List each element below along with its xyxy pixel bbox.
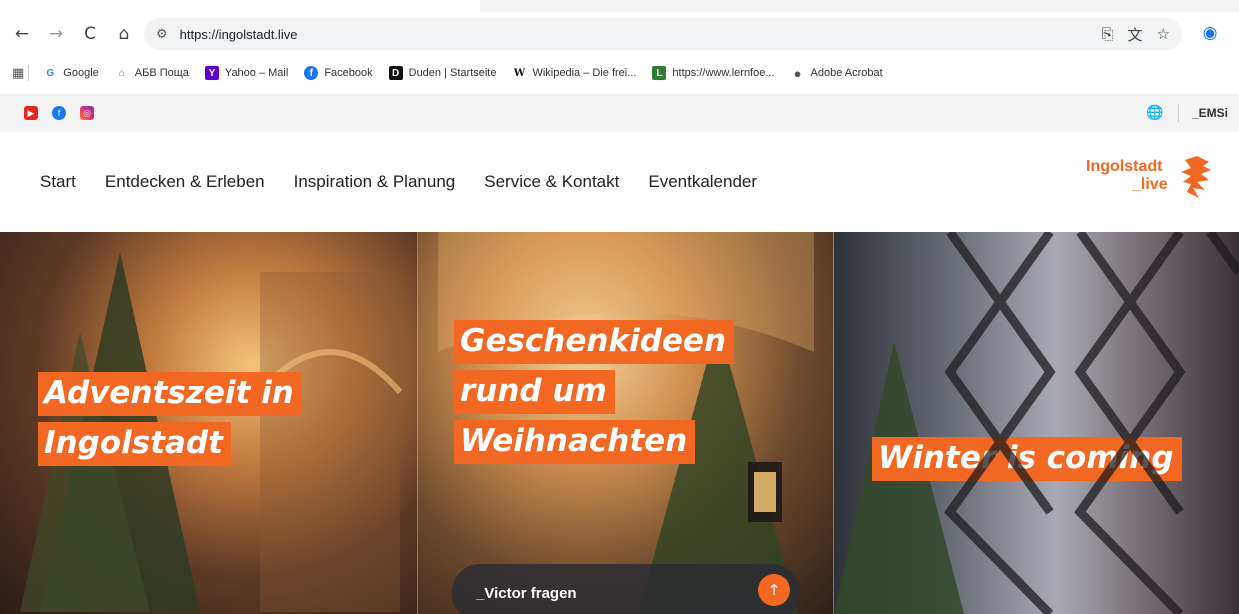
logo-text-line1: Ingolstadt [1086,158,1163,175]
bookmarks-bar: ▦ G Google ⌂ АБВ Поща Y Yahoo – Mail f Faceb… [0,58,1239,88]
bookmark-facebook[interactable]: f Facebook [304,66,373,80]
bookmark-label: Duden | Startseite [408,67,497,79]
chat-assistant-bar[interactable]: _Victor fragen ↑ [452,564,800,614]
acrobat-icon: ● [793,65,802,81]
instagram-icon[interactable]: ◎ [80,106,94,120]
headline-line: Ingolstadt [38,422,231,466]
gate-lattice-decoration [944,232,1239,614]
bookmarks-separator [28,65,30,81]
bookmark-wikipedia[interactable]: W Wikipedia – Die frei... [512,66,637,80]
url-text[interactable]: https://ingolstadt.live [180,27,298,42]
language-globe-icon[interactable]: 🌐 [1146,105,1163,121]
tab-strip [0,0,1239,12]
headline-advent[interactable]: Adventszeit in Ingolstadt [38,372,302,472]
reload-icon[interactable]: C [76,20,104,48]
hero-slide-advent[interactable]: Adventszeit in Ingolstadt [0,232,418,614]
topbar-separator [1178,104,1179,122]
site-logo[interactable]: Ingolstadt _live [1086,152,1216,202]
hero-carousel: Adventszeit in Ingolstadt Geschenkideen … [0,232,1239,614]
headline-line: Geschenkideen [454,320,735,364]
arrow-up-icon[interactable]: ↑ [758,574,790,606]
yahoo-icon: Y [204,66,219,80]
bookmark-label: АБВ Поща [134,67,189,79]
headline-line: Adventszeit in [38,372,302,416]
nav-item-service[interactable]: Service & Kontakt [484,172,619,192]
address-bar[interactable]: ⚙ https://ingolstadt.live ⎘ 文 ☆ [144,18,1182,50]
bookmark-label: Yahoo – Mail [224,67,289,79]
emsi-link[interactable]: _EMSi [1192,106,1228,120]
facebook-icon: f [304,66,319,80]
apps-grid-icon[interactable]: ▦ [12,66,24,81]
facebook-icon[interactable]: f [52,106,66,120]
bookmark-label: https://www.lernfoe... [672,67,775,79]
home-mail-icon: ⌂ [118,67,125,79]
chat-assistant-label[interactable]: _Victor fragen [476,585,577,602]
bookmark-abv-mail[interactable]: ⌂ АБВ Поща [115,66,189,80]
logo-text-line2: _live [1132,176,1168,193]
site-settings-icon[interactable]: ⚙ [156,27,168,42]
bookmark-label: Facebook [324,67,373,79]
wikipedia-icon: W [513,67,526,79]
bookmark-duden[interactable]: D Duden | Startseite [388,66,497,80]
headline-line: rund um [454,370,615,414]
headline-line: Weihnachten [454,420,696,464]
lernfoe-icon: L [652,66,667,80]
nav-item-inspiration[interactable]: Inspiration & Planung [294,172,456,192]
headline-geschenkideen[interactable]: Geschenkideen rund um Weihnachten [454,320,735,470]
bookmark-google[interactable]: G Google [43,66,98,80]
back-icon[interactable]: ← [8,20,36,48]
bookmark-adobe-acrobat[interactable]: ● Adobe Acrobat [791,65,883,81]
bookmark-label: Wikipedia – Die frei... [532,67,637,79]
home-icon[interactable]: ⌂ [110,20,138,48]
panther-logo-icon [1181,156,1211,198]
bookmark-lernfoe[interactable]: Lhttps://www.lernfoe... [652,66,775,80]
forward-icon[interactable]: → [42,20,70,48]
duden-icon: D [388,66,403,80]
bookmark-star-icon[interactable]: ☆ [1157,25,1170,43]
site-header: Start Entdecken & Erleben Inspiration & … [0,132,1239,232]
bookmark-yahoo[interactable]: Y Yahoo – Mail [204,66,289,80]
browser-chrome: ← → C ⌂ ⚙ https://ingolstadt.live ⎘ 文 ☆ … [0,0,1239,94]
hero-slide-geschenkideen[interactable]: Geschenkideen rund um Weihnachten [418,232,834,614]
nav-item-eventkalender[interactable]: Eventkalender [648,172,757,192]
address-row: ← → C ⌂ ⚙ https://ingolstadt.live ⎘ 文 ☆ … [0,12,1239,56]
main-navigation: Start Entdecken & Erleben Inspiration & … [40,172,757,192]
active-tab[interactable] [0,0,480,12]
omnibox-actions: ⎘ 文 ☆ [1102,18,1170,50]
google-icon: G [46,67,55,79]
nav-item-start[interactable]: Start [40,172,76,192]
cast-icon[interactable]: ⎘ [1102,25,1114,43]
bookmark-label: Adobe Acrobat [810,67,883,79]
nav-item-entdecken[interactable]: Entdecken & Erleben [105,172,265,192]
translate-icon[interactable]: 文 [1128,24,1143,45]
bookmark-label: Google [63,67,99,79]
youtube-icon[interactable]: ▶ [24,106,38,120]
social-bar: ▶ f ◎ 🌐 _EMSi [0,94,1239,132]
profile-icon[interactable]: ◉ [1197,20,1223,46]
